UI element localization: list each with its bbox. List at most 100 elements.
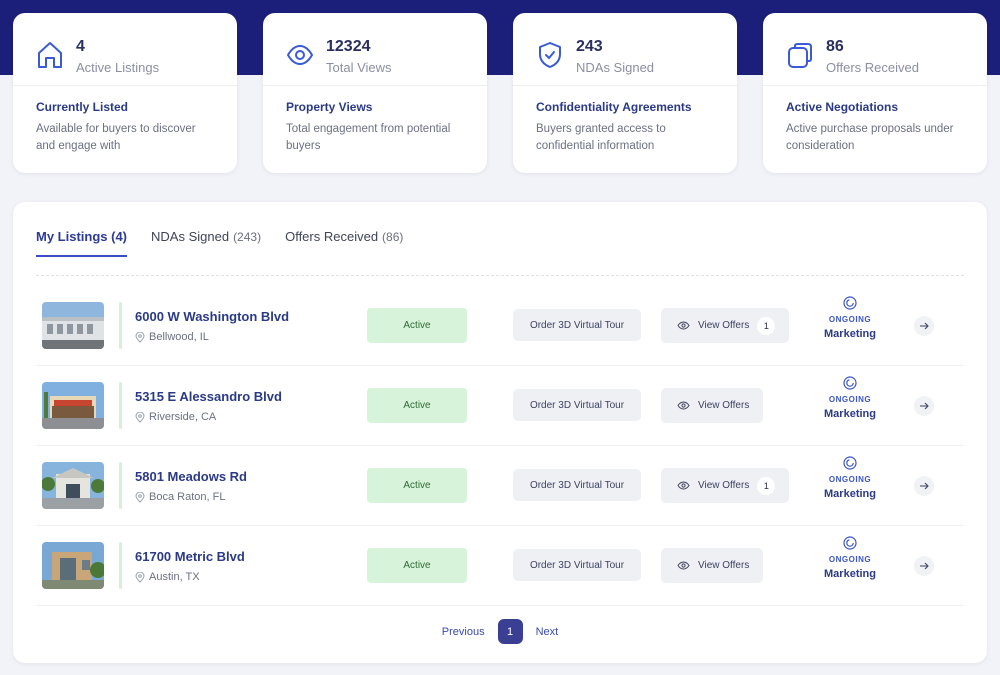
- view-offers-label: View Offers: [698, 480, 750, 491]
- order-virtual-tour-button[interactable]: Order 3D Virtual Tour: [513, 469, 641, 501]
- arrow-right-icon: [920, 402, 929, 410]
- listing-stage: ONGOING Marketing: [815, 456, 885, 500]
- stat-description: Total engagement from potential buyers: [286, 123, 451, 152]
- progress-ring-icon: [843, 536, 857, 550]
- open-listing-button[interactable]: [914, 556, 934, 576]
- progress-ring-icon: [843, 296, 857, 310]
- offer-count-badge: 1: [757, 316, 776, 335]
- location-pin-icon: [135, 571, 145, 583]
- property-photo[interactable]: [42, 302, 104, 349]
- previous-page-link[interactable]: Previous: [442, 626, 485, 638]
- tab-label: My Listings (4): [36, 229, 128, 244]
- tab-label: NDAs Signed: [151, 229, 230, 244]
- stat-card-ndas-signed: 243 NDAs Signed Confidentiality Agreemen…: [513, 13, 737, 173]
- listing-stage: ONGOING Marketing: [815, 296, 885, 340]
- stat-label: Active Listings: [76, 60, 160, 75]
- stat-title: Currently Listed: [36, 100, 129, 114]
- view-offers-label: View Offers: [698, 320, 750, 331]
- stat-card-total-views: 12324 Total Views Property Views Total e…: [263, 13, 487, 173]
- stat-value: 4: [76, 38, 85, 55]
- stage-name: Marketing: [824, 408, 876, 420]
- stage-status: ONGOING: [828, 395, 872, 404]
- listing-city: Austin, TX: [149, 571, 200, 583]
- status-badge: Active: [367, 388, 467, 423]
- order-virtual-tour-button[interactable]: Order 3D Virtual Tour: [513, 389, 641, 421]
- open-listing-button[interactable]: [914, 316, 934, 336]
- open-listing-button[interactable]: [914, 476, 934, 496]
- view-offers-label: View Offers: [698, 400, 750, 411]
- listings-list: 6000 W Washington Blvd Bellwood, IL Acti…: [36, 286, 964, 606]
- order-virtual-tour-button[interactable]: Order 3D Virtual Tour: [513, 549, 641, 581]
- stat-title: Active Negotiations: [786, 100, 899, 114]
- property-photo[interactable]: [42, 462, 104, 509]
- shield-check-icon: [536, 40, 564, 70]
- eye-icon: [677, 561, 690, 570]
- stat-label: NDAs Signed: [576, 60, 655, 75]
- listing-location: Bellwood, IL: [135, 331, 209, 343]
- listing-location: Austin, TX: [135, 571, 200, 583]
- stat-label: Total Views: [326, 60, 392, 75]
- arrow-right-icon: [920, 322, 929, 330]
- stat-title: Confidentiality Agreements: [536, 100, 692, 114]
- status-badge: Active: [367, 308, 467, 343]
- listing-address[interactable]: 6000 W Washington Blvd: [135, 309, 289, 324]
- offer-document-icon: [786, 40, 814, 70]
- tab-ndas-signed[interactable]: NDAs Signed (243): [151, 229, 261, 257]
- tab-count: (243): [233, 230, 262, 244]
- stage-status: ONGOING: [828, 315, 872, 324]
- listing-stage: ONGOING Marketing: [815, 536, 885, 580]
- listing-city: Boca Raton, FL: [149, 491, 226, 503]
- view-offers-button[interactable]: View Offers: [661, 548, 764, 583]
- listing-row: 5801 Meadows Rd Boca Raton, FL Active Or…: [36, 446, 964, 526]
- stage-name: Marketing: [824, 328, 876, 340]
- stage-name: Marketing: [824, 488, 876, 500]
- view-offers-button[interactable]: View Offers: [661, 388, 764, 423]
- page-number-current[interactable]: 1: [497, 619, 523, 644]
- stat-value: 243: [576, 38, 603, 55]
- eye-icon: [286, 40, 314, 70]
- open-listing-button[interactable]: [914, 396, 934, 416]
- pagination: Previous 1 Next: [13, 619, 987, 644]
- status-badge: Active: [367, 548, 467, 583]
- listing-stage: ONGOING Marketing: [815, 376, 885, 420]
- stat-label: Offers Received: [826, 60, 919, 75]
- tab-my-listings[interactable]: My Listings (4): [36, 229, 128, 257]
- stat-description: Buyers granted access to confidential in…: [536, 123, 666, 152]
- stat-description: Available for buyers to discover and eng…: [36, 123, 196, 152]
- arrow-right-icon: [920, 562, 929, 570]
- property-photo[interactable]: [42, 542, 104, 589]
- status-accent-bar: [119, 382, 122, 429]
- stat-card-active-listings: 4 Active Listings Currently Listed Avail…: [13, 13, 237, 173]
- stat-value: 86: [826, 38, 844, 55]
- listing-row: 6000 W Washington Blvd Bellwood, IL Acti…: [36, 286, 964, 366]
- order-virtual-tour-button[interactable]: Order 3D Virtual Tour: [513, 309, 641, 341]
- status-accent-bar: [119, 542, 122, 589]
- eye-icon: [677, 321, 690, 330]
- listing-address[interactable]: 5315 E Alessandro Blvd: [135, 389, 282, 404]
- view-offers-button[interactable]: View Offers 1: [661, 468, 790, 503]
- status-badge: Active: [367, 468, 467, 503]
- location-pin-icon: [135, 411, 145, 423]
- stat-card-offers-received: 86 Offers Received Active Negotiations A…: [763, 13, 987, 173]
- home-icon: [36, 40, 64, 70]
- eye-icon: [677, 481, 690, 490]
- eye-icon: [677, 401, 690, 410]
- tab-offers-received[interactable]: Offers Received (86): [285, 229, 403, 257]
- listings-tabs: My Listings (4) NDAs Signed (243) Offers …: [36, 229, 427, 257]
- location-pin-icon: [135, 331, 145, 343]
- tabs-divider: [36, 275, 964, 276]
- next-page-link[interactable]: Next: [536, 626, 559, 638]
- status-accent-bar: [119, 302, 122, 349]
- listings-panel: My Listings (4) NDAs Signed (243) Offers …: [13, 202, 987, 663]
- listing-city: Bellwood, IL: [149, 331, 209, 343]
- listing-location: Boca Raton, FL: [135, 491, 225, 503]
- stats-row: 4 Active Listings Currently Listed Avail…: [13, 13, 987, 173]
- listing-city: Riverside, CA: [149, 411, 217, 423]
- property-photo[interactable]: [42, 382, 104, 429]
- tab-count: (86): [382, 230, 404, 244]
- listing-address[interactable]: 5801 Meadows Rd: [135, 469, 247, 484]
- stat-description: Active purchase proposals under consider…: [786, 123, 954, 152]
- listing-address[interactable]: 61700 Metric Blvd: [135, 549, 245, 564]
- view-offers-button[interactable]: View Offers 1: [661, 308, 790, 343]
- tab-label: Offers Received: [285, 229, 379, 244]
